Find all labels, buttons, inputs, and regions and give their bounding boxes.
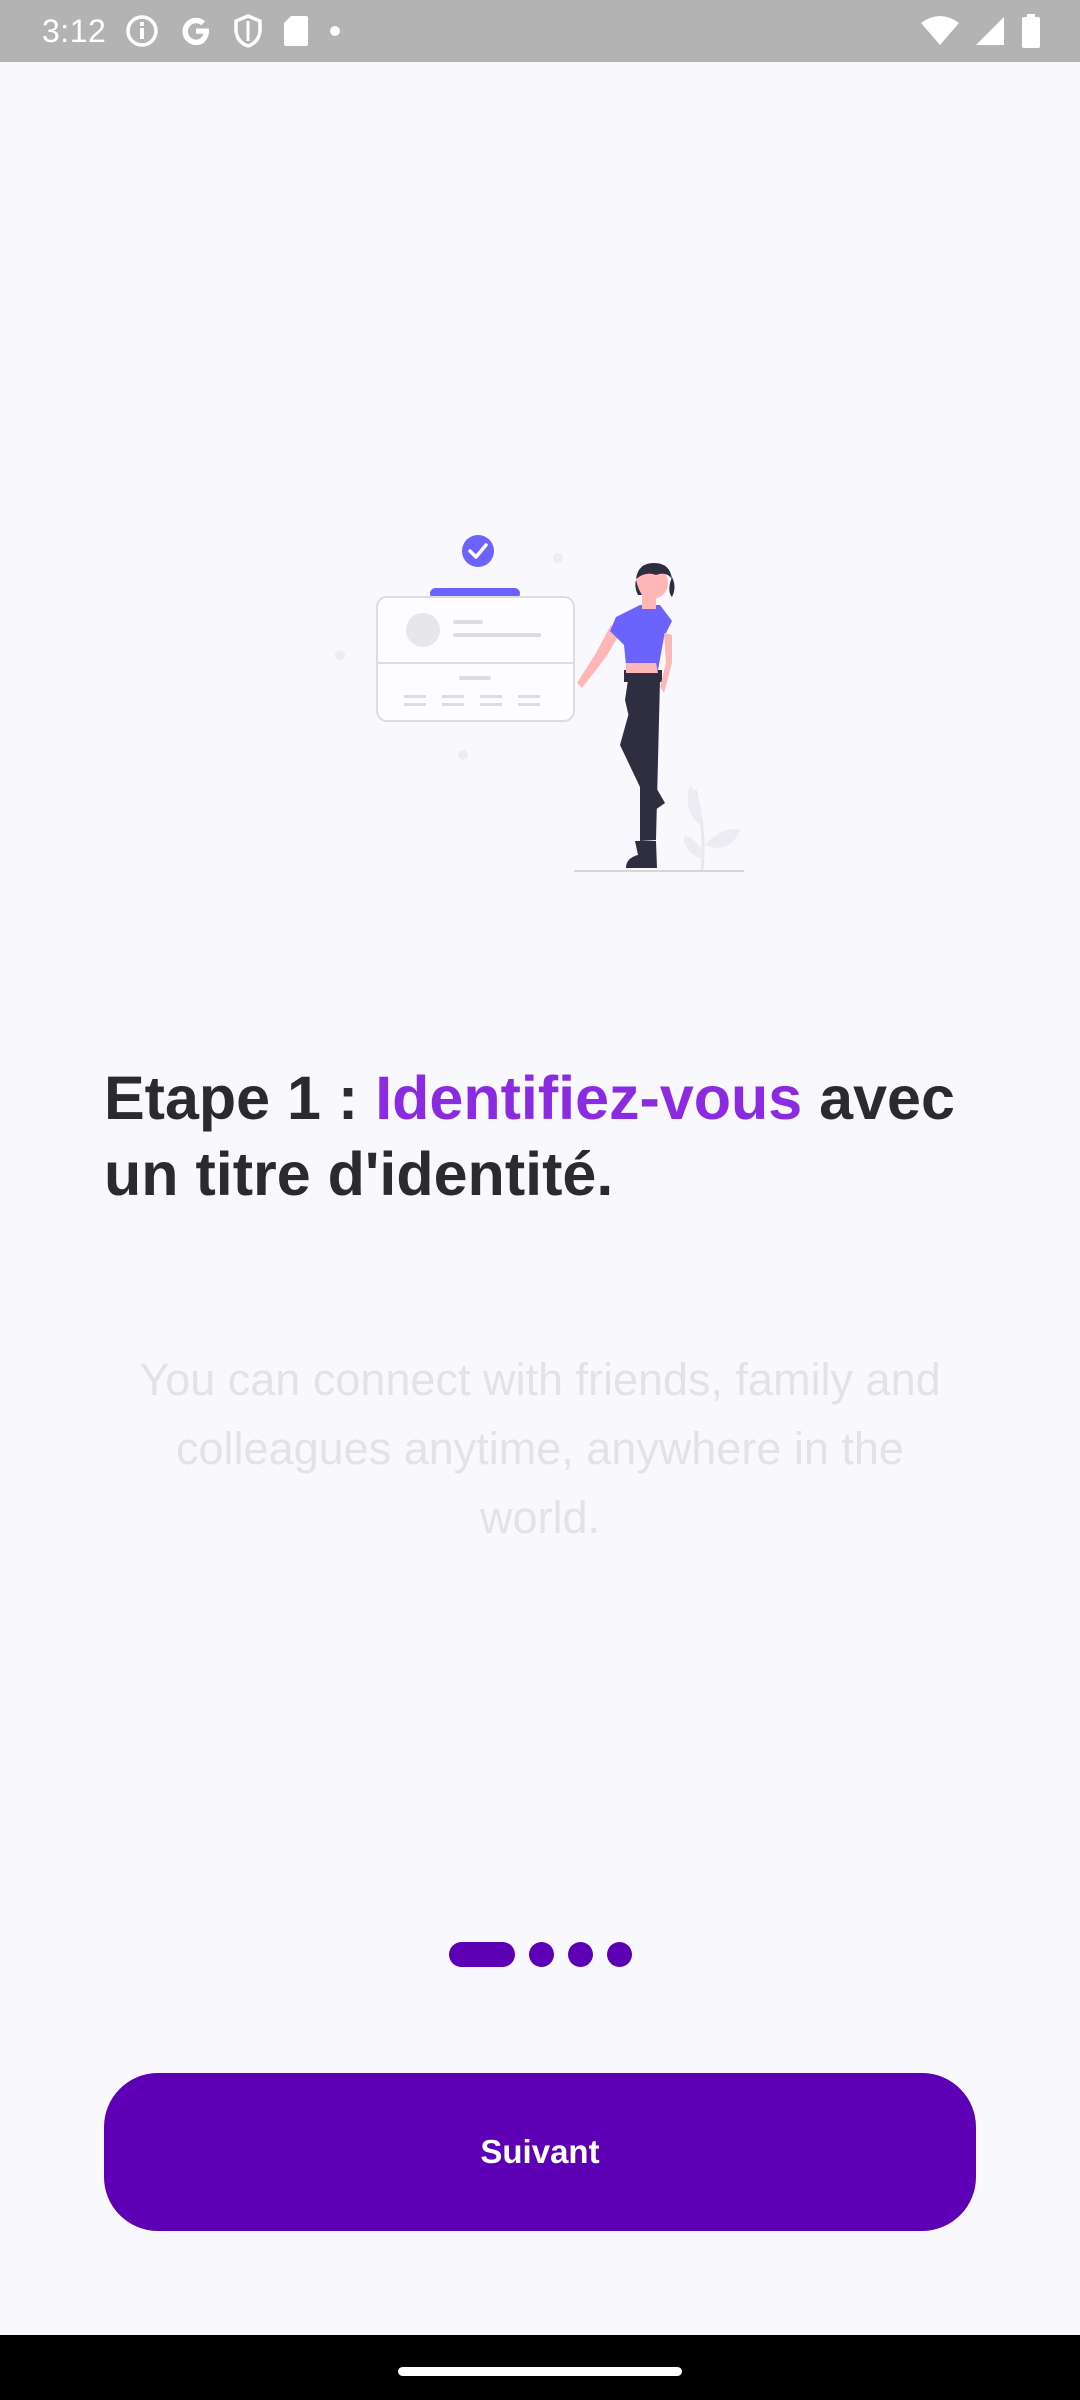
onboarding-screen: 3:12 Etape 1: Identifiez-vous avec un t… bbox=[0, 0, 1080, 2400]
signal-icon bbox=[974, 15, 1006, 47]
info-icon bbox=[124, 13, 160, 49]
battery-icon bbox=[1020, 13, 1042, 49]
next-button[interactable]: Suivant bbox=[104, 2073, 976, 2231]
home-gesture-handle[interactable] bbox=[398, 2367, 682, 2376]
page-dot-1[interactable] bbox=[448, 1942, 515, 1967]
wifi-icon bbox=[920, 15, 960, 47]
step-description: You can connect with friends, family and… bbox=[139, 1354, 941, 1543]
page-indicator bbox=[0, 1942, 1080, 1967]
page-dot-4[interactable] bbox=[606, 1942, 632, 1967]
sd-card-icon bbox=[282, 14, 310, 48]
page-dot-2[interactable] bbox=[528, 1942, 554, 1967]
google-icon bbox=[178, 13, 214, 49]
shield-icon bbox=[232, 13, 264, 49]
identity-illustration bbox=[320, 525, 750, 875]
heading-prefix: Etape 1 : bbox=[104, 1064, 376, 1132]
heading-accent: Identifiez-vous bbox=[375, 1064, 803, 1132]
next-button-label: Suivant bbox=[480, 2133, 600, 2170]
status-bar: 3:12 bbox=[0, 0, 1080, 62]
status-left: 3:12 bbox=[42, 13, 342, 50]
page-dot-3[interactable] bbox=[567, 1942, 593, 1967]
status-time: 3:12 bbox=[42, 12, 107, 49]
dot-icon bbox=[328, 24, 342, 38]
step-heading: Etape 1 : Identifiez-vous avec un titre … bbox=[104, 1060, 984, 1212]
status-right bbox=[920, 13, 1042, 49]
